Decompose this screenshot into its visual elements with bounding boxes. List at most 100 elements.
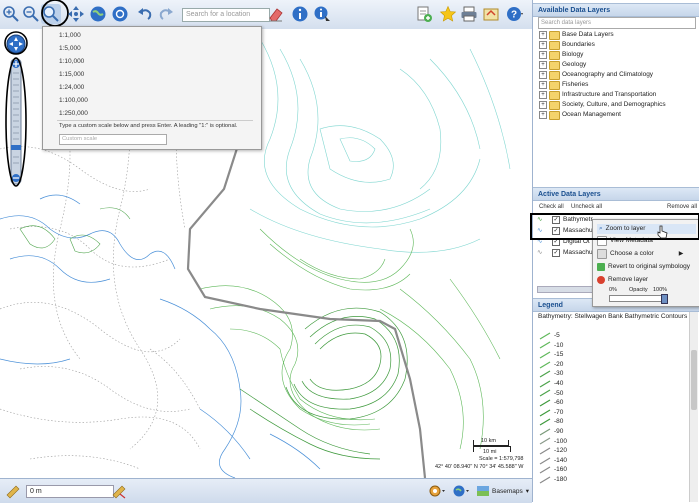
tree-folder[interactable]: + Ocean Management [539, 110, 621, 120]
zoom-previous-button[interactable] [110, 4, 130, 24]
opacity-slider-thumb[interactable] [661, 294, 668, 304]
scale-option[interactable]: 1:5,000 [59, 45, 81, 52]
star-icon [439, 5, 457, 22]
legend-value: -50 [554, 389, 564, 397]
legend-item: -90 [539, 427, 563, 437]
layer-label: Massachu [563, 249, 593, 256]
folder-icon [549, 100, 560, 110]
layer-checkbox[interactable]: ✓ [552, 249, 560, 257]
folder-label: Boundaries [562, 41, 595, 48]
custom-scale-input[interactable]: Custom scale [59, 134, 167, 145]
contour-swatch-icon [539, 428, 551, 436]
tree-folder[interactable]: + Biology [539, 50, 583, 60]
legend-scrollbar[interactable] [689, 312, 698, 502]
scale-option[interactable]: 1:250,000 [59, 110, 88, 117]
menu-revert-symbology[interactable]: Revert to original symbology [597, 262, 690, 272]
legend-item: -180 [539, 475, 567, 485]
full-extent-button[interactable] [88, 4, 108, 24]
contour-swatch-icon [539, 447, 551, 455]
redo-icon [159, 8, 173, 20]
active-layers-header: Active Data Layers [533, 187, 699, 201]
zoom-in-button[interactable] [1, 4, 21, 24]
folder-icon [549, 70, 560, 80]
basemap-icon [477, 486, 489, 496]
eraser-button[interactable] [266, 4, 286, 24]
scale-ratio-text: Scale = 1:579,798 [479, 456, 524, 462]
contour-swatch-icon [539, 399, 551, 407]
tree-folder[interactable]: + Infrastructure and Transportation [539, 90, 656, 100]
remove-all-link[interactable]: Remove all [667, 204, 697, 210]
measure-result-field[interactable]: 0 m [26, 485, 114, 498]
redo-button[interactable] [156, 4, 176, 24]
palette-icon [597, 249, 607, 259]
overview-button[interactable] [452, 484, 470, 498]
folder-label: Geology [562, 61, 587, 68]
share-button[interactable] [481, 4, 501, 24]
layer-search-input[interactable]: Search data layers [538, 17, 696, 29]
share-map-icon [483, 8, 499, 21]
legend-value: -30 [554, 370, 564, 378]
check-all-link[interactable]: Check all [539, 204, 564, 210]
location-search-input[interactable]: Search for a location [182, 8, 270, 22]
identify-button[interactable] [290, 4, 310, 24]
expand-icon: + [539, 71, 547, 79]
folder-label: Ocean Management [562, 111, 621, 118]
clear-measure-button[interactable] [111, 483, 127, 499]
legend-item: -60 [539, 398, 563, 408]
revert-icon [597, 263, 605, 271]
measure-button[interactable] [5, 483, 21, 499]
folder-label: Society, Culture, and Demographics [562, 101, 666, 108]
tree-folder[interactable]: + Oceanography and Climatology [539, 70, 653, 80]
zoom-out-button[interactable] [21, 4, 41, 24]
pan-button[interactable] [66, 4, 86, 24]
ruler-clear-icon [112, 485, 126, 499]
scale-option[interactable]: 1:100,000 [59, 97, 88, 104]
highlight-rectangle [530, 213, 699, 240]
settings-button[interactable] [428, 484, 446, 498]
folder-icon [549, 60, 560, 70]
expand-icon: + [539, 81, 547, 89]
contour-swatch-icon [539, 418, 551, 426]
menu-remove-layer[interactable]: Remove layer [597, 275, 648, 285]
scale-option[interactable]: 1:15,000 [59, 71, 84, 78]
undo-button[interactable] [135, 4, 155, 24]
active-layer-row[interactable]: ∿ ✓ Massachu [537, 248, 593, 258]
tree-folder[interactable]: + Fisheries [539, 80, 588, 90]
contour-swatch-icon [539, 361, 551, 369]
tree-folder[interactable]: + Base Data Layers [539, 30, 614, 40]
legend-item: -70 [539, 408, 563, 418]
scale-option[interactable]: 1:10,000 [59, 58, 84, 65]
legend-value: -160 [554, 466, 568, 474]
contour-swatch-icon [539, 351, 551, 359]
nav-highlight-oval [4, 31, 28, 187]
legend-item: -160 [539, 465, 567, 475]
tree-folder[interactable]: + Society, Culture, and Demographics [539, 100, 666, 110]
legend-scroll-thumb[interactable] [691, 350, 697, 410]
folder-label: Oceanography and Climatology [562, 71, 654, 78]
scale-dropdown: 1:1,000 1:5,000 1:10,000 1:15,000 1:24,0… [42, 26, 262, 150]
tree-folder[interactable]: + Geology [539, 60, 586, 70]
add-data-button[interactable] [414, 4, 434, 24]
tree-folder[interactable]: + Boundaries [539, 40, 595, 50]
scale-mi-label: 10 mi [483, 449, 497, 455]
scale-option[interactable]: 1:24,000 [59, 84, 84, 91]
layer-list-scrollbar[interactable] [537, 286, 595, 293]
bookmarks-button[interactable] [438, 4, 458, 24]
folder-label: Fisheries [562, 81, 589, 88]
basemaps-button[interactable]: Basemaps ▾ [477, 484, 529, 498]
legend-item: -140 [539, 456, 567, 466]
legend-value: -100 [554, 437, 568, 445]
contour-swatch-icon [539, 409, 551, 417]
print-button[interactable] [459, 4, 479, 24]
menu-choose-color[interactable]: Choose a color ▶ [597, 249, 683, 259]
scale-option[interactable]: 1:1,000 [59, 32, 81, 39]
opacity-slider[interactable] [609, 294, 668, 304]
identify-point-button[interactable] [312, 4, 332, 24]
globe-small-icon [453, 485, 469, 497]
expand-icon: + [539, 61, 547, 69]
legend-value: -120 [554, 447, 568, 455]
help-button[interactable]: ? [505, 4, 525, 24]
bottom-toolbar: 0 m Basemaps ▾ [0, 478, 532, 503]
legend-value: -5 [554, 332, 560, 339]
uncheck-all-link[interactable]: Uncheck all [571, 204, 602, 210]
